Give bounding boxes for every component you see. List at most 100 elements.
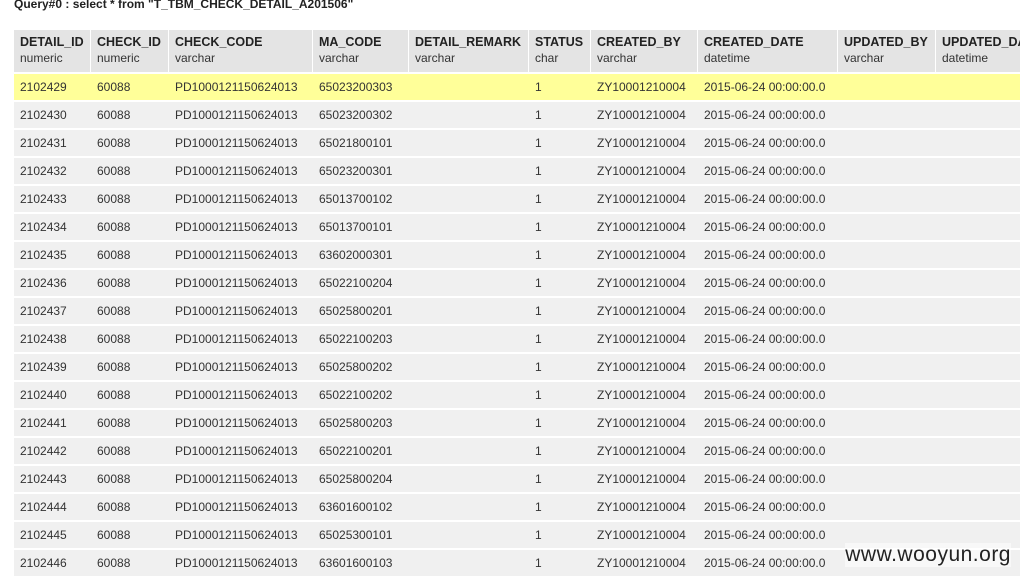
cell-updated-da[interactable] — [936, 212, 1020, 240]
cell-updated-by[interactable] — [838, 296, 936, 324]
cell-check-code[interactable]: PD1000121150624013 — [169, 380, 313, 408]
cell-status[interactable]: 1 — [529, 436, 591, 464]
cell-created-by[interactable]: ZY10001210004 — [591, 436, 698, 464]
cell-updated-da[interactable] — [936, 100, 1020, 128]
cell-detail-id[interactable]: 2102445 — [14, 520, 91, 548]
cell-updated-da[interactable] — [936, 324, 1020, 352]
cell-updated-da[interactable] — [936, 492, 1020, 520]
cell-check-code[interactable]: PD1000121150624013 — [169, 184, 313, 212]
column-header-updated-da[interactable]: UPDATED_DA datetime — [936, 30, 1020, 72]
cell-status[interactable]: 1 — [529, 548, 591, 576]
cell-detail-remark[interactable] — [409, 408, 529, 436]
cell-ma-code[interactable]: 65025800204 — [313, 464, 409, 492]
cell-check-id[interactable]: 60088 — [91, 436, 169, 464]
cell-ma-code[interactable]: 65022100201 — [313, 436, 409, 464]
cell-check-id[interactable]: 60088 — [91, 156, 169, 184]
cell-detail-id[interactable]: 2102432 — [14, 156, 91, 184]
cell-updated-by[interactable] — [838, 184, 936, 212]
cell-detail-id[interactable]: 2102441 — [14, 408, 91, 436]
cell-ma-code[interactable]: 63601600102 — [313, 492, 409, 520]
cell-status[interactable]: 1 — [529, 100, 591, 128]
cell-check-id[interactable]: 60088 — [91, 268, 169, 296]
table-row[interactable]: 2102444 60088 PD1000121150624013 6360160010… — [14, 492, 1020, 520]
cell-detail-remark[interactable] — [409, 380, 529, 408]
cell-updated-da[interactable] — [936, 352, 1020, 380]
cell-detail-remark[interactable] — [409, 352, 529, 380]
cell-created-by[interactable]: ZY10001210004 — [591, 324, 698, 352]
column-header-created-by[interactable]: CREATED_BY varchar — [591, 30, 698, 72]
cell-created-date[interactable]: 2015-06-24 00:00:00.0 — [698, 156, 838, 184]
cell-detail-remark[interactable] — [409, 548, 529, 576]
cell-ma-code[interactable]: 65023200303 — [313, 72, 409, 100]
column-header-detail-id[interactable]: DETAIL_ID numeric — [14, 30, 91, 72]
cell-status[interactable]: 1 — [529, 296, 591, 324]
cell-status[interactable]: 1 — [529, 464, 591, 492]
cell-check-id[interactable]: 60088 — [91, 100, 169, 128]
table-row[interactable]: 2102435 60088 PD1000121150624013 6360200030… — [14, 240, 1020, 268]
table-row[interactable]: 2102440 60088 PD1000121150624013 6502210020… — [14, 380, 1020, 408]
cell-updated-da[interactable] — [936, 72, 1020, 100]
cell-updated-da[interactable] — [936, 296, 1020, 324]
table-row[interactable]: 2102442 60088 PD1000121150624013 6502210020… — [14, 436, 1020, 464]
cell-updated-by[interactable] — [838, 408, 936, 436]
cell-detail-id[interactable]: 2102438 — [14, 324, 91, 352]
cell-ma-code[interactable]: 65022100204 — [313, 268, 409, 296]
cell-updated-da[interactable] — [936, 240, 1020, 268]
cell-check-code[interactable]: PD1000121150624013 — [169, 72, 313, 100]
cell-updated-by[interactable] — [838, 492, 936, 520]
cell-detail-id[interactable]: 2102443 — [14, 464, 91, 492]
cell-created-date[interactable]: 2015-06-24 00:00:00.0 — [698, 100, 838, 128]
cell-check-code[interactable]: PD1000121150624013 — [169, 548, 313, 576]
cell-detail-id[interactable]: 2102434 — [14, 212, 91, 240]
cell-updated-by[interactable] — [838, 464, 936, 492]
cell-status[interactable]: 1 — [529, 520, 591, 548]
cell-created-date[interactable]: 2015-06-24 00:00:00.0 — [698, 464, 838, 492]
cell-created-by[interactable]: ZY10001210004 — [591, 548, 698, 576]
cell-created-by[interactable]: ZY10001210004 — [591, 240, 698, 268]
cell-check-code[interactable]: PD1000121150624013 — [169, 156, 313, 184]
cell-created-by[interactable]: ZY10001210004 — [591, 184, 698, 212]
cell-detail-remark[interactable] — [409, 128, 529, 156]
table-row[interactable]: 2102437 60088 PD1000121150624013 6502580020… — [14, 296, 1020, 324]
cell-status[interactable]: 1 — [529, 72, 591, 100]
cell-status[interactable]: 1 — [529, 352, 591, 380]
cell-status[interactable]: 1 — [529, 268, 591, 296]
cell-created-date[interactable]: 2015-06-24 00:00:00.0 — [698, 408, 838, 436]
cell-check-id[interactable]: 60088 — [91, 548, 169, 576]
cell-detail-remark[interactable] — [409, 268, 529, 296]
cell-updated-da[interactable] — [936, 464, 1020, 492]
cell-detail-remark[interactable] — [409, 296, 529, 324]
cell-created-by[interactable]: ZY10001210004 — [591, 156, 698, 184]
cell-ma-code[interactable]: 65021800101 — [313, 128, 409, 156]
cell-updated-by[interactable] — [838, 380, 936, 408]
column-header-created-date[interactable]: CREATED_DATE datetime — [698, 30, 838, 72]
table-row[interactable]: 2102430 60088 PD1000121150624013 6502320030… — [14, 100, 1020, 128]
column-header-detail-remark[interactable]: DETAIL_REMARK varchar — [409, 30, 529, 72]
cell-created-date[interactable]: 2015-06-24 00:00:00.0 — [698, 380, 838, 408]
cell-detail-id[interactable]: 2102446 — [14, 548, 91, 576]
cell-created-date[interactable]: 2015-06-24 00:00:00.0 — [698, 72, 838, 100]
cell-created-by[interactable]: ZY10001210004 — [591, 464, 698, 492]
cell-ma-code[interactable]: 65025800202 — [313, 352, 409, 380]
cell-detail-remark[interactable] — [409, 436, 529, 464]
table-row[interactable]: 2102434 60088 PD1000121150624013 6501370010… — [14, 212, 1020, 240]
cell-created-date[interactable]: 2015-06-24 00:00:00.0 — [698, 128, 838, 156]
cell-check-id[interactable]: 60088 — [91, 296, 169, 324]
cell-detail-remark[interactable] — [409, 492, 529, 520]
cell-detail-id[interactable]: 2102436 — [14, 268, 91, 296]
cell-created-by[interactable]: ZY10001210004 — [591, 492, 698, 520]
table-row[interactable]: 2102429 60088 PD1000121150624013 6502320030… — [14, 72, 1020, 100]
cell-updated-by[interactable] — [838, 268, 936, 296]
cell-detail-remark[interactable] — [409, 72, 529, 100]
cell-detail-remark[interactable] — [409, 156, 529, 184]
table-row[interactable]: 2102432 60088 PD1000121150624013 6502320030… — [14, 156, 1020, 184]
cell-detail-remark[interactable] — [409, 520, 529, 548]
cell-status[interactable]: 1 — [529, 128, 591, 156]
cell-created-date[interactable]: 2015-06-24 00:00:00.0 — [698, 184, 838, 212]
cell-check-id[interactable]: 60088 — [91, 492, 169, 520]
cell-updated-da[interactable] — [936, 128, 1020, 156]
cell-ma-code[interactable]: 65022100203 — [313, 324, 409, 352]
cell-updated-da[interactable] — [936, 156, 1020, 184]
cell-check-code[interactable]: PD1000121150624013 — [169, 324, 313, 352]
cell-check-code[interactable]: PD1000121150624013 — [169, 296, 313, 324]
